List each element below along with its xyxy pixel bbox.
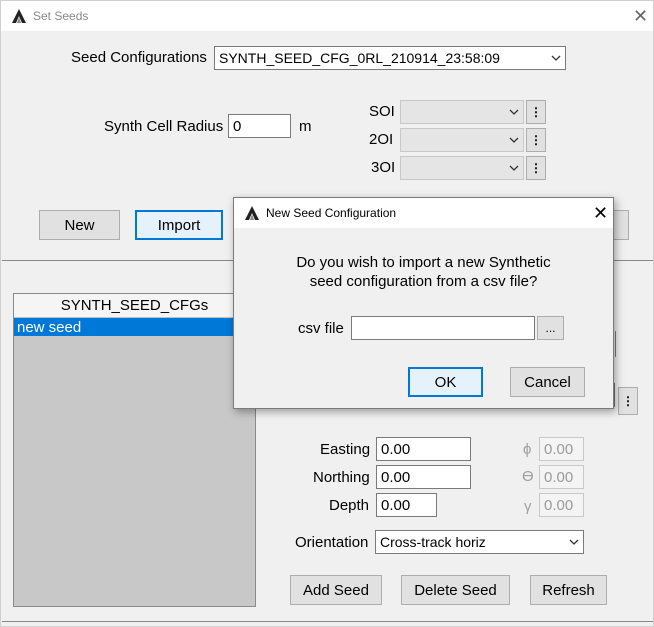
refresh-button[interactable]: Refresh — [530, 575, 607, 605]
csv-file-input[interactable] — [351, 316, 535, 340]
seed-type-ellipsis-icon[interactable]: ⋮ — [618, 387, 638, 415]
orientation-value: Cross-track horiz — [380, 534, 486, 550]
chevron-down-icon — [505, 165, 523, 171]
ok-button[interactable]: OK — [408, 367, 483, 397]
northing-label: Northing — [313, 469, 370, 486]
synth-cell-radius-input[interactable]: 0 — [228, 114, 291, 138]
browse-button[interactable]: ... — [537, 316, 564, 340]
northing-input[interactable]: 0.00 — [376, 465, 471, 489]
theta-icon: ϴ — [522, 468, 534, 485]
radius-unit-label: m — [299, 118, 312, 135]
phi-input[interactable]: 0.00 — [539, 437, 584, 461]
soi-ellipsis-icon[interactable]: ⋮ — [526, 100, 546, 124]
list-header: SYNTH_SEED_CFGs — [14, 294, 255, 318]
seed-config-value: SYNTH_SEED_CFG_0RL_210914_23:58:09 — [219, 50, 500, 66]
title-bar: Set Seeds ✕ — [1, 1, 653, 31]
theta-input[interactable]: 0.00 — [539, 465, 584, 489]
2oi-label: 2OI — [369, 131, 394, 148]
depth-label: Depth — [329, 497, 370, 514]
depth-input[interactable]: 0.00 — [376, 493, 437, 517]
orientation-label: Orientation — [295, 534, 369, 551]
3oi-label: 3OI — [371, 159, 396, 176]
app-logo-icon — [244, 205, 260, 221]
dialog-title-bar: New Seed Configuration ✕ — [234, 198, 613, 228]
3oi-ellipsis-icon[interactable]: ⋮ — [526, 156, 546, 180]
csv-file-label: csv file — [298, 320, 344, 337]
soi-label: SOI — [369, 103, 395, 120]
chevron-down-icon — [505, 109, 523, 115]
dialog-message-line1: Do you wish to import a new Synthetic — [296, 254, 551, 271]
delete-seed-button[interactable]: Delete Seed — [401, 575, 510, 605]
close-icon[interactable]: ✕ — [593, 204, 608, 222]
close-icon[interactable]: ✕ — [633, 7, 648, 25]
seed-config-dropdown[interactable]: SYNTH_SEED_CFG_0RL_210914_23:58:09 — [214, 46, 566, 70]
window-title: Set Seeds — [33, 9, 89, 23]
2oi-dropdown[interactable] — [400, 128, 524, 152]
new-seed-configuration-dialog: New Seed Configuration ✕ Do you wish to … — [233, 197, 614, 409]
dialog-message-line2: seed configuration from a csv file? — [309, 273, 538, 290]
easting-input[interactable]: 0.00 — [376, 437, 471, 461]
phi-icon: ϕ — [523, 441, 532, 458]
app-logo-icon — [11, 8, 27, 24]
synth-cell-radius-label: Synth Cell Radius — [104, 118, 224, 135]
list-item[interactable]: new seed — [14, 318, 255, 336]
2oi-ellipsis-icon[interactable]: ⋮ — [526, 128, 546, 152]
orientation-dropdown[interactable]: Cross-track horiz — [375, 530, 584, 554]
gamma-input[interactable]: 0.00 — [539, 493, 584, 517]
chevron-down-icon — [547, 55, 565, 61]
cancel-button[interactable]: Cancel — [510, 367, 585, 397]
new-button[interactable]: New — [39, 210, 120, 240]
soi-dropdown[interactable] — [400, 100, 524, 124]
3oi-dropdown[interactable] — [400, 156, 524, 180]
import-button[interactable]: Import — [135, 210, 223, 240]
add-seed-button[interactable]: Add Seed — [290, 575, 382, 605]
gamma-icon: γ — [524, 498, 532, 515]
chevron-down-icon — [565, 539, 583, 545]
seed-cfg-list[interactable]: SYNTH_SEED_CFGs new seed — [13, 293, 256, 607]
chevron-down-icon — [505, 137, 523, 143]
easting-label: Easting — [320, 441, 371, 458]
seed-config-label: Seed Configurations — [71, 49, 207, 66]
dialog-title: New Seed Configuration — [266, 206, 397, 220]
